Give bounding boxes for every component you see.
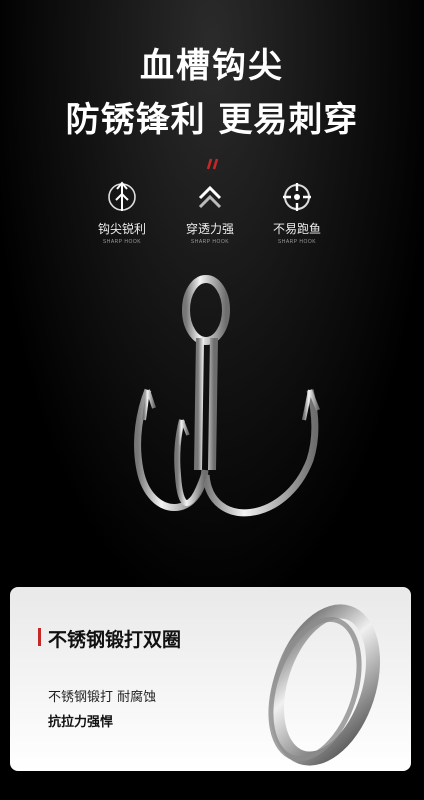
feature-penetration: 穿透力强 SHARP HOOK [165,180,255,245]
feature-sublabel: SHARP HOOK [190,239,230,245]
feature-sublabel: SHARP HOOK [277,239,317,245]
feature-secure-catch: 不易跑鱼 SHARP HOOK [252,180,342,245]
feature-label: 穿透力强 [185,222,234,236]
split-ring-image [268,604,380,766]
arrow-spear-icon [108,181,136,211]
card-title: 不锈钢锻打双圈 [48,629,182,651]
feature-label: 不易跑鱼 [272,222,321,236]
crosshair-icon [283,183,311,211]
feature-sharp-tip: 钩尖锐利 SHARP HOOK [77,180,167,245]
card-highlight: 抗拉力强悍 [48,715,114,730]
headline-subtitle: 防锈锋利 更易刺穿 [65,100,359,140]
headline-title: 血槽钩尖 [140,46,284,86]
card-description: 不锈钢锻打 耐腐蚀 [48,690,157,705]
treble-hook-image [134,275,320,517]
feature-label: 钩尖锐利 [97,222,146,236]
chevron-up-icon [198,185,222,209]
card-accent-bar [38,628,41,646]
accent-mark-icon [206,158,219,170]
feature-sublabel: SHARP HOOK [102,239,142,245]
